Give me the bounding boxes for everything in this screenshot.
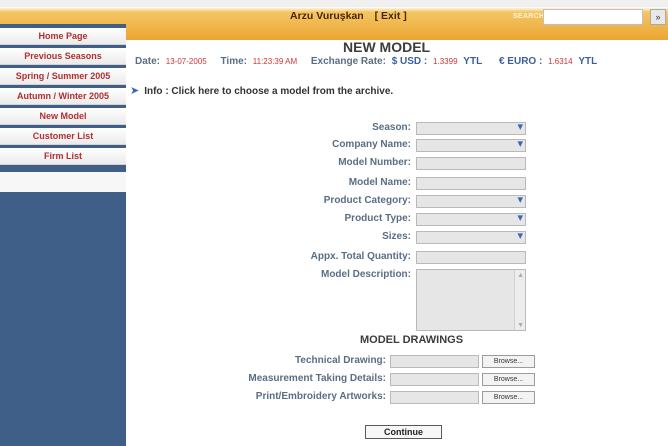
exit-link[interactable]: [ Exit ] xyxy=(375,10,407,22)
user-info: Arzu Vuruşkan [ Exit ] xyxy=(290,10,407,22)
euro-value: 1.6314 xyxy=(548,57,573,66)
user-name: Arzu Vuruşkan xyxy=(290,10,364,22)
continue-button[interactable]: Continue xyxy=(365,425,442,439)
euro-unit: YTL xyxy=(578,56,598,67)
sidebar-item-spring-summer-2005[interactable]: Spring / Summer 2005 xyxy=(0,68,126,85)
usd-value: 1.3399 xyxy=(433,57,458,66)
print-artworks-browse-button[interactable]: Browse... xyxy=(482,391,535,404)
product-category-label: Product Category: xyxy=(323,195,411,206)
model-drawings-title: MODEL DRAWINGS xyxy=(360,334,464,346)
euro-label: € EURO : xyxy=(498,56,543,67)
total-quantity-input[interactable] xyxy=(416,251,526,264)
date-label: Date: xyxy=(135,56,161,67)
usd-label: $ USD : xyxy=(391,56,428,67)
technical-drawing-file-input[interactable] xyxy=(390,355,479,368)
season-label: Season: xyxy=(372,122,411,133)
technical-drawing-label: Technical Drawing: xyxy=(295,355,386,366)
sidebar-item-new-model[interactable]: New Model xyxy=(0,108,126,125)
status-line: Date: 13-07-2005 Time: 11:23:39 AM Excha… xyxy=(135,56,597,67)
print-artworks-file-input[interactable] xyxy=(390,391,479,404)
sidebar-item-previous-seasons[interactable]: Previous Seasons xyxy=(0,48,126,65)
total-quantity-label: Appx. Total Quantity: xyxy=(310,251,411,262)
sizes-select[interactable] xyxy=(416,229,526,244)
search-button[interactable]: » xyxy=(650,9,666,25)
product-type-select[interactable] xyxy=(416,211,526,226)
product-type-label: Product Type: xyxy=(344,213,411,224)
sidebar-item-customer-list[interactable]: Customer List xyxy=(0,128,126,145)
print-artworks-label: Print/Embroidery Artworks: xyxy=(255,391,386,402)
sidebar-item-home-page[interactable]: Home Page xyxy=(0,28,126,45)
sidebar-item-autumn-winter-2005[interactable]: Autumn / Winter 2005 xyxy=(0,88,126,105)
time-value: 11:23:39 AM xyxy=(252,57,298,66)
description-scrollbar[interactable]: ▲ ▼ xyxy=(514,270,525,330)
model-number-input[interactable] xyxy=(416,157,526,170)
sidebar-item-firm-list[interactable]: Firm List xyxy=(0,148,126,165)
model-number-label: Model Number: xyxy=(338,157,411,168)
scroll-up-icon[interactable]: ▲ xyxy=(517,272,524,279)
product-category-select[interactable] xyxy=(416,193,526,208)
sizes-label: Sizes: xyxy=(382,231,411,242)
model-description-label: Model Description: xyxy=(320,269,411,280)
season-select[interactable] xyxy=(416,120,526,135)
date-value: 13-07-2005 xyxy=(165,57,207,66)
time-label: Time: xyxy=(220,56,248,67)
measurement-details-file-input[interactable] xyxy=(390,373,479,386)
scroll-down-icon[interactable]: ▼ xyxy=(517,322,524,329)
measurement-details-browse-button[interactable]: Browse... xyxy=(482,373,535,386)
archive-info-text: Info : Click here to choose a model from… xyxy=(144,86,394,97)
model-description-textarea[interactable]: ▲ ▼ xyxy=(416,269,526,331)
technical-drawing-browse-button[interactable]: Browse... xyxy=(482,355,535,368)
top-strip xyxy=(0,0,668,7)
sidebar-spacer xyxy=(0,172,126,192)
model-name-input[interactable] xyxy=(416,177,526,190)
page-title: NEW MODEL xyxy=(343,39,431,55)
search-input[interactable] xyxy=(543,9,643,25)
model-name-label: Model Name: xyxy=(348,177,411,188)
sidebar: Home Page Previous Seasons Spring / Summ… xyxy=(0,24,126,446)
company-name-select[interactable] xyxy=(416,137,526,152)
archive-info-link[interactable]: ➤ Info : Click here to choose a model fro… xyxy=(130,84,393,97)
search-label: SEARCH xyxy=(513,13,545,20)
usd-unit: YTL xyxy=(463,56,483,67)
arrow-right-icon: ➤ xyxy=(130,85,140,97)
exchange-rate-label: Exchange Rate: xyxy=(310,56,386,67)
company-name-label: Company Name: xyxy=(332,139,411,150)
measurement-details-label: Measurement Taking Details: xyxy=(248,373,386,384)
